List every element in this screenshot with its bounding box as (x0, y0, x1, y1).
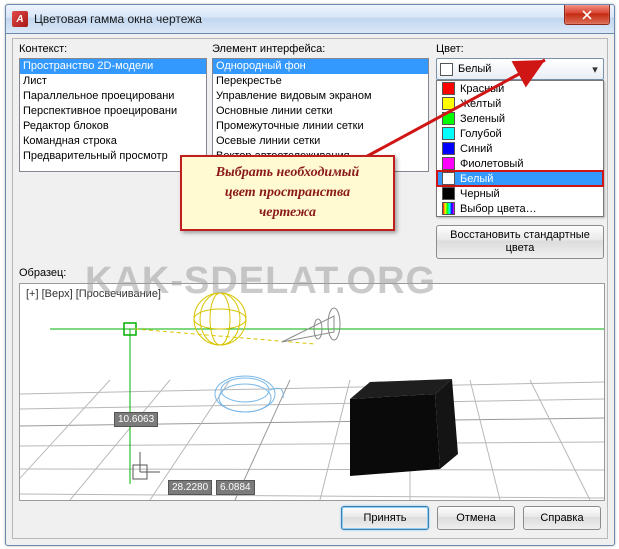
element-item[interactable]: Управление видовым экраном (213, 89, 428, 104)
context-listbox[interactable]: Пространство 2D-моделиЛистПараллельное п… (19, 58, 207, 172)
color-option[interactable]: Выбор цвета… (437, 201, 603, 216)
context-item[interactable]: Перспективное проецировани (20, 104, 206, 119)
color-option[interactable]: Белый (437, 171, 603, 186)
element-label: Элемент интерфейса: (212, 43, 325, 55)
color-option-label: Желтый (460, 98, 501, 110)
chevron-down-icon: ▾ (587, 63, 603, 76)
color-combobox[interactable]: Белый ▾ (436, 58, 604, 80)
context-item[interactable]: Предварительный просмотр (20, 149, 206, 164)
color-option[interactable]: Желтый (437, 96, 603, 111)
context-item[interactable]: Командная строка (20, 134, 206, 149)
color-option-label: Белый (460, 173, 493, 185)
color-option-label: Голубой (460, 128, 502, 140)
color-label: Цвет: (436, 43, 464, 55)
color-swatch-icon (442, 127, 455, 140)
measurement-1: 10.6063 (114, 412, 158, 427)
color-option[interactable]: Голубой (437, 126, 603, 141)
color-option[interactable]: Синий (437, 141, 603, 156)
element-item[interactable]: Однородный фон (213, 59, 428, 74)
color-swatch-icon (442, 112, 455, 125)
ok-button[interactable]: Принять (341, 506, 429, 530)
preview-canvas (20, 284, 604, 500)
color-option-label: Красный (460, 83, 504, 95)
color-combo-text: Белый (458, 63, 587, 75)
dialog-window: A Цветовая гамма окна чертежа Контекст: … (5, 4, 615, 546)
preview-area: [+] [Верх] [Просвечивание] 10.6063 28.22… (19, 283, 605, 501)
ucs-icon (133, 452, 160, 479)
help-button[interactable]: Справка (523, 506, 601, 530)
annotation-callout: Выбрать необходимый цвет пространства че… (180, 155, 395, 231)
title-bar[interactable]: A Цветовая гамма окна чертежа (6, 5, 614, 34)
color-option-label: Зеленый (460, 113, 505, 125)
color-swatch-icon (442, 172, 455, 185)
context-item[interactable]: Редактор блоков (20, 119, 206, 134)
color-option-label: Выбор цвета… (460, 203, 537, 215)
element-item[interactable]: Основные линии сетки (213, 104, 428, 119)
color-option[interactable]: Фиолетовый (437, 156, 603, 171)
solid-cube (350, 379, 458, 476)
sample-label: Образец: (19, 267, 66, 279)
context-item[interactable]: Лист (20, 74, 206, 89)
client-area: Контекст: Пространство 2D-моделиЛистПара… (12, 38, 608, 539)
close-icon (582, 10, 592, 20)
color-swatch-icon (442, 202, 455, 215)
wire-cone (282, 308, 340, 342)
element-item[interactable]: Осевые линии сетки (213, 134, 428, 149)
context-item[interactable]: Пространство 2D-модели (20, 59, 206, 74)
window-title: Цветовая гамма окна чертежа (34, 12, 202, 26)
color-option-label: Черный (460, 188, 500, 200)
element-item[interactable]: Промежуточные линии сетки (213, 119, 428, 134)
color-swatch-icon (440, 63, 453, 76)
color-swatch-icon (442, 142, 455, 155)
color-option-label: Синий (460, 143, 492, 155)
context-label: Контекст: (19, 43, 67, 55)
app-icon: A (12, 11, 28, 27)
wire-teapot (215, 376, 283, 412)
element-item[interactable]: Перекрестье (213, 74, 428, 89)
color-swatch-icon (442, 187, 455, 200)
color-option[interactable]: Черный (437, 186, 603, 201)
color-swatch-icon (442, 157, 455, 170)
close-button[interactable] (564, 5, 610, 25)
color-dropdown[interactable]: Красный Желтый Зеленый Голубой Синий Фиолетов… (436, 80, 604, 217)
context-item[interactable]: Параллельное проецировани (20, 89, 206, 104)
color-swatch-icon (442, 97, 455, 110)
color-option[interactable]: Красный (437, 81, 603, 96)
cancel-button[interactable]: Отмена (437, 506, 515, 530)
color-swatch-icon (442, 82, 455, 95)
color-option-label: Фиолетовый (460, 158, 523, 170)
color-option[interactable]: Зеленый (437, 111, 603, 126)
grid-lines (20, 380, 604, 500)
measurement-3: 6.0884 (216, 480, 255, 495)
viewport-label: [+] [Верх] [Просвечивание] (26, 288, 161, 300)
wire-sphere (194, 293, 246, 345)
restore-defaults-button[interactable]: Восстановить стандартные цвета (436, 225, 604, 259)
measurement-2: 28.2280 (168, 480, 212, 495)
